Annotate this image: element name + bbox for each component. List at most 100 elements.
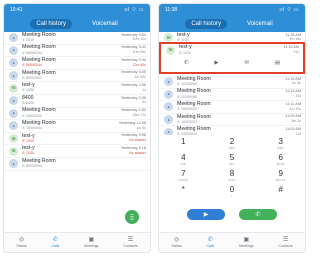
call-number: ✆ 10100066 [177, 94, 198, 99]
dialpad-key[interactable]: 8 TUV [208, 170, 257, 182]
nav-label: Contacts [278, 244, 293, 248]
call-row[interactable]: TE test-y ✆ 1030 Yesterday 9:56 No answer [4, 133, 150, 146]
video-icon[interactable]: ▶ [214, 60, 218, 66]
call-row[interactable]: ● Meeting Room ✆ 10000022 11:09 AM 5m 2s [159, 114, 305, 127]
call-row[interactable]: ● Meeting Room ✆ 10000022 Yesterday 1:52 43m… [4, 108, 150, 121]
dialpad-icon: ⣿ [129, 214, 135, 221]
call-number: ✆ 8400 [22, 101, 35, 106]
dialpad-key[interactable]: 0 + [208, 186, 257, 198]
call-row[interactable]: ● Meeting Room ✆ 80000022 Yesterday 3:05 1m … [4, 70, 150, 83]
user-avatar-icon: ● [164, 115, 173, 125]
contact-card-icon[interactable]: ▤ [275, 60, 280, 66]
status-icons: ııl ⌔ ▭ [124, 7, 144, 13]
dialpad-key[interactable]: 3 DEF [256, 138, 305, 150]
dialpad-key[interactable]: 1 [159, 138, 208, 150]
nav-label: Calls [51, 244, 60, 248]
call-back-icon[interactable]: ✆ [184, 60, 189, 66]
status-time: 10:41 [10, 7, 23, 13]
user-avatar-icon: ● [9, 45, 18, 55]
user-avatar-icon: ● [9, 108, 18, 118]
call-row[interactable]: TE test-y ✆ 1030 11:15 AM 21s [161, 44, 303, 57]
tab-voicemail[interactable]: Voicemail [86, 19, 124, 29]
key-letters: ABC [228, 146, 236, 150]
avatar: TE [9, 134, 18, 144]
nav-item-meetings[interactable]: ▣ Meetings [239, 237, 254, 248]
nav-item-calls[interactable]: ✆ Calls [51, 237, 59, 248]
dialpad-key[interactable]: 5 JKL [208, 154, 257, 166]
call-row[interactable]: ● Meeting Room ✆ 80000044 Yesterday 3:34 12m… [4, 57, 150, 70]
call-row[interactable]: TE test-y ✆ 1030 Yesterday 2:56 1s [4, 82, 150, 95]
bottom-nav: ◎ Status ✆ Calls ▣ Meetings ☰ Contacts [159, 232, 305, 252]
nav-item-status[interactable]: ◎ Status [16, 237, 26, 248]
avatar: TE [166, 45, 175, 55]
key-digit: 3 [278, 137, 283, 146]
calls-icon: ✆ [52, 237, 58, 243]
nav-item-status[interactable]: ◎ Status [171, 237, 181, 248]
call-row[interactable]: TE test-y ✆ 1030 Yesterday 9:18 No answer [4, 145, 150, 158]
call-tabs: Call history Voicemail [4, 16, 150, 32]
call-name: test-y [177, 31, 190, 38]
call-name: Meeting Room [22, 31, 56, 38]
nav-item-calls[interactable]: ✆ Calls [206, 237, 214, 248]
meetings-icon: ▣ [243, 237, 250, 243]
message-icon[interactable]: ✉ [244, 60, 249, 66]
call-row[interactable]: ● Meeting Room ✆ 80000044 Yesterday 3:41 10m… [4, 45, 150, 58]
user-avatar-icon: ● [9, 58, 18, 68]
call-number: ✆ 80000044 [22, 63, 43, 68]
nav-item-contacts[interactable]: ☰ Contacts [278, 237, 292, 248]
call-row[interactable]: ● Meeting Room ✆ 1030 Yesterday 4:52 10m 32s [4, 32, 150, 45]
expanded-call-row[interactable]: TE test-y ✆ 1030 11:15 AM 21s ✆ ▶ ✉ ▤ [159, 42, 305, 74]
key-letters: WXYZ [275, 178, 286, 182]
call-duration: 12m 40s [132, 62, 146, 67]
call-row[interactable]: ● Meeting Room ✆ 80000044 [4, 158, 150, 171]
key-digit: 0 [229, 185, 235, 194]
call-number: ✆ 80000022 [22, 75, 43, 80]
dialpad-key[interactable]: 7 PQRS [159, 170, 208, 182]
call-duration: 1s [142, 87, 146, 92]
status-bar: 10:41 ııl ⌔ ▭ [4, 4, 150, 16]
key-digit: 4 [181, 153, 186, 162]
contacts-icon: ☰ [282, 237, 289, 243]
call-duration: 1m 52s [134, 75, 146, 80]
dialpad-key[interactable]: 9 WXYZ [256, 170, 305, 182]
dialpad-key[interactable]: * [159, 186, 208, 198]
video-call-button[interactable]: ▶ [187, 209, 225, 220]
call-duration: 1m 5s [136, 125, 146, 130]
tab-call-history[interactable]: Call history [30, 19, 72, 29]
dialpad-key[interactable]: 4 GHI [159, 154, 208, 166]
status-bar: 11:38 ııl ⌔ ▭ [159, 4, 305, 16]
nav-item-contacts[interactable]: ☰ Contacts [123, 237, 137, 248]
tab-call-history[interactable]: Call history [185, 19, 227, 29]
user-avatar-icon: ● [9, 159, 18, 169]
call-duration: No answer [129, 150, 146, 155]
nav-item-meetings[interactable]: ▣ Meetings [84, 237, 99, 248]
call-button[interactable]: ✆ [239, 209, 277, 220]
call-row[interactable]: ● 8400 ✆ 8400 Yesterday 2:35 4s [4, 95, 150, 108]
dialpad-key[interactable]: # [256, 186, 305, 198]
dialpad-fab-button[interactable]: ⣿ [125, 210, 139, 224]
dialpad-key[interactable]: 6 MNO [256, 154, 305, 166]
dialpad: 1 2 ABC 3 DEF 4 GHI 5 JKL 6 MNO 7 PQRS 8 TUV 9 WXYZ * 0 + # [159, 135, 305, 198]
key-digit: 8 [229, 169, 235, 178]
user-avatar-icon: ● [9, 71, 18, 81]
call-number: ✆ 1030 [22, 88, 35, 93]
call-history-screen: 10:41 ııl ⌔ ▭ Call history Voicemail ● Me… [3, 3, 151, 253]
call-row[interactable]: ● Meeting Room ✆ 10100066 11:13 AM 33s [159, 89, 305, 102]
call-list-continued: ● Meeting Room ✆ 10100066 11:15 AM 1m 5s ● Mee… [159, 76, 305, 139]
call-duration: No answer [129, 138, 146, 143]
call-row[interactable]: ● Meeting Room ✆ 10000022 11:11 AM 2m 19s [159, 101, 305, 114]
call-number: ✆ 10000022 [177, 119, 198, 124]
call-number: ✆ 80000044 [22, 164, 43, 169]
call-number: ✆ 1030 [179, 50, 192, 55]
call-number: ✆ 1030 [22, 138, 35, 143]
key-letters: DEF [277, 146, 285, 150]
tab-voicemail[interactable]: Voicemail [241, 19, 279, 29]
user-avatar-icon: ● [164, 77, 173, 87]
call-row[interactable]: ● Meeting Room ✆ 10000044 Yesterday 12:08 1m… [4, 120, 150, 133]
key-digit: 5 [229, 153, 235, 162]
video-call-icon: ▶ [203, 212, 209, 218]
status-icons: ııl ⌔ ▭ [279, 7, 299, 13]
key-letters: TUV [228, 178, 236, 182]
dialpad-key[interactable]: 2 ABC [208, 138, 257, 150]
call-row[interactable]: ● Meeting Room ✆ 10100066 11:15 AM 1m 5s [159, 76, 305, 89]
